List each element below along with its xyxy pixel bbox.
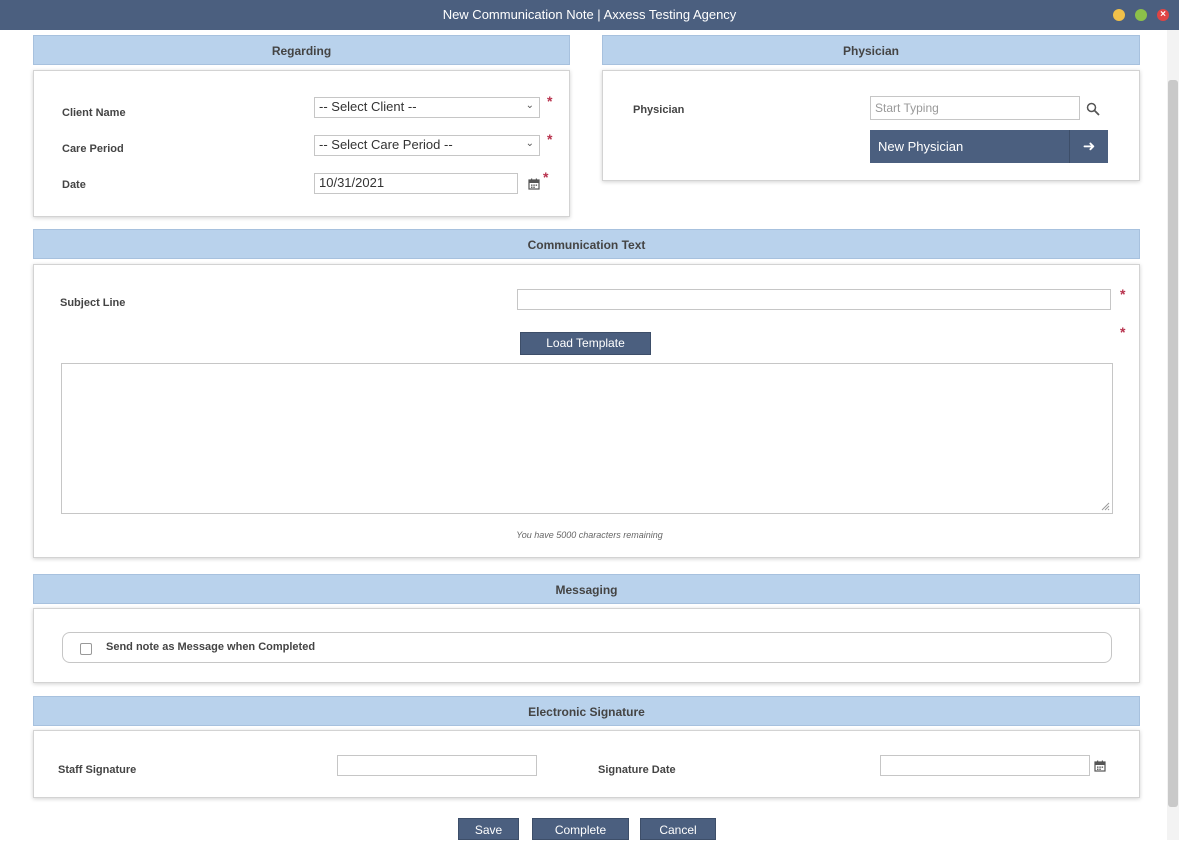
characters-remaining: You have 5000 characters remaining bbox=[516, 530, 663, 540]
chevron-down-icon: ⌄ bbox=[525, 138, 534, 149]
calendar-icon[interactable] bbox=[528, 178, 540, 190]
communication-header: Communication Text bbox=[33, 229, 1140, 259]
required-marker: * bbox=[1120, 324, 1126, 340]
complete-button[interactable]: Complete bbox=[532, 818, 629, 840]
subject-line-input[interactable] bbox=[517, 289, 1111, 310]
search-icon[interactable] bbox=[1086, 102, 1100, 116]
signature-header: Electronic Signature bbox=[33, 696, 1140, 726]
physician-panel bbox=[602, 70, 1140, 181]
send-message-label: Send note as Message when Completed bbox=[106, 641, 316, 653]
window-title: New Communication Note | Axxess Testing … bbox=[442, 7, 737, 22]
required-marker: * bbox=[1120, 286, 1126, 302]
staff-signature-input[interactable] bbox=[337, 755, 537, 776]
staff-signature-label: Staff Signature bbox=[58, 764, 137, 776]
physician-header: Physician bbox=[602, 35, 1140, 65]
new-physician-label: New Physician bbox=[878, 139, 964, 154]
scrollbar-thumb[interactable] bbox=[1168, 80, 1178, 807]
subject-line-label: Subject Line bbox=[60, 297, 126, 309]
arrow-right-icon: ➜ bbox=[1069, 130, 1108, 163]
signature-date-input[interactable] bbox=[880, 755, 1090, 776]
client-select[interactable]: -- Select Client -- ⌄ bbox=[314, 97, 540, 118]
maximize-button[interactable] bbox=[1135, 9, 1147, 21]
calendar-icon[interactable] bbox=[1094, 760, 1106, 772]
date-label: Date bbox=[62, 179, 86, 191]
care-period-select-value: -- Select Care Period -- bbox=[319, 137, 453, 152]
save-button[interactable]: Save bbox=[458, 818, 519, 840]
required-marker: * bbox=[547, 131, 553, 147]
close-button[interactable]: × bbox=[1157, 9, 1169, 21]
send-message-option[interactable]: Send note as Message when Completed bbox=[62, 632, 1112, 663]
cancel-button[interactable]: Cancel bbox=[640, 818, 716, 840]
physician-label: Physician bbox=[633, 104, 685, 116]
load-template-button[interactable]: Load Template bbox=[520, 332, 651, 355]
care-period-label: Care Period bbox=[62, 143, 124, 155]
window-titlebar: New Communication Note | Axxess Testing … bbox=[0, 0, 1179, 30]
chevron-down-icon: ⌄ bbox=[525, 100, 534, 111]
physician-search-input[interactable]: Start Typing bbox=[870, 96, 1080, 120]
client-name-label: Client Name bbox=[62, 107, 126, 119]
resize-grip-icon[interactable] bbox=[1100, 501, 1110, 511]
send-message-checkbox[interactable] bbox=[80, 643, 92, 655]
communication-textarea[interactable] bbox=[61, 363, 1113, 514]
required-marker: * bbox=[543, 169, 549, 185]
care-period-select[interactable]: -- Select Care Period -- ⌄ bbox=[314, 135, 540, 156]
regarding-header: Regarding bbox=[33, 35, 570, 65]
signature-date-label: Signature Date bbox=[598, 764, 676, 776]
minimize-button[interactable] bbox=[1113, 9, 1125, 21]
new-physician-button[interactable]: New Physician ➜ bbox=[870, 130, 1108, 163]
date-input[interactable]: 10/31/2021 bbox=[314, 173, 518, 194]
messaging-header: Messaging bbox=[33, 574, 1140, 604]
required-marker: * bbox=[547, 93, 553, 109]
client-select-value: -- Select Client -- bbox=[319, 99, 417, 114]
